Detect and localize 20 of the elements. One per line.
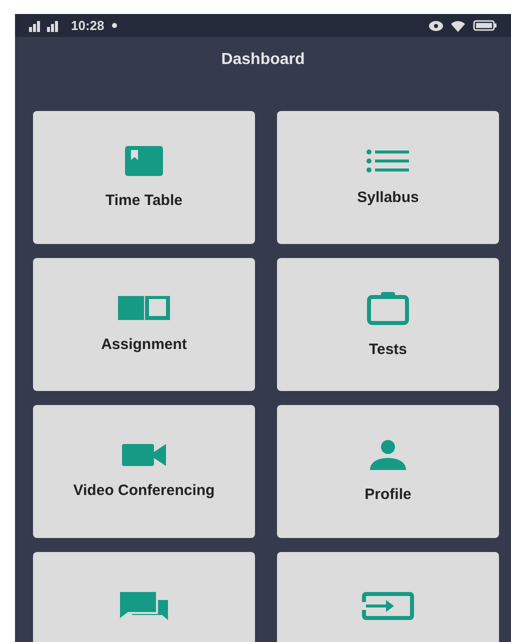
chat-icon xyxy=(120,592,168,620)
dashboard-tile[interactable]: Assignment xyxy=(33,258,255,391)
dashboard-tile[interactable]: Time Table xyxy=(33,111,255,244)
status-time: 10:28 xyxy=(71,18,104,33)
enter-icon xyxy=(362,592,414,620)
dashboard-tile[interactable]: Syllabus xyxy=(277,111,499,244)
battery-icon xyxy=(473,20,497,31)
dashboard-tile[interactable]: Tests xyxy=(277,258,499,391)
person-icon xyxy=(368,440,408,470)
list-icon xyxy=(366,149,410,173)
video-camera-icon xyxy=(122,444,166,466)
wifi-icon xyxy=(451,20,465,32)
dashboard-tile[interactable]: Video Conferencing xyxy=(33,405,255,538)
bookmark-card-icon xyxy=(125,146,163,176)
eye-icon xyxy=(429,20,443,30)
dot-icon xyxy=(112,23,118,28)
book-icon xyxy=(118,296,170,320)
page-title: Dashboard xyxy=(221,51,305,69)
dashboard-tile[interactable]: Profile xyxy=(277,405,499,538)
clipboard-icon xyxy=(367,291,409,325)
